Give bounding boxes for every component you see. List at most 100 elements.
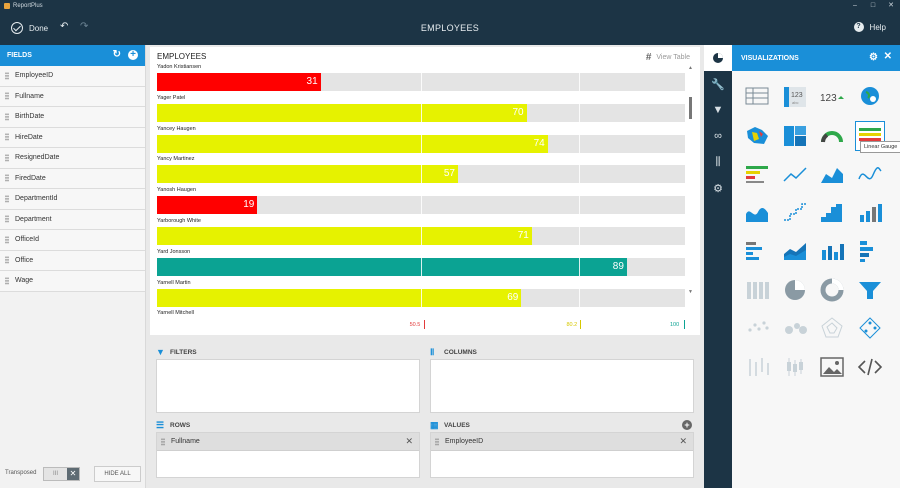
field-label: Fullname xyxy=(15,92,44,100)
close-panel-icon[interactable]: ✕ xyxy=(884,51,892,62)
candlestick-chart-icon[interactable] xyxy=(780,352,810,382)
gear-icon[interactable]: ⚙ xyxy=(869,52,878,63)
drag-handle-icon[interactable] xyxy=(5,194,9,203)
stacked-column-icon[interactable] xyxy=(817,236,847,266)
remove-icon[interactable]: ✕ xyxy=(679,436,687,447)
add-field-icon[interactable]: + xyxy=(128,50,138,60)
field-label: Office xyxy=(15,256,34,264)
field-item[interactable]: Fullname xyxy=(0,86,145,107)
spline-area-icon[interactable] xyxy=(742,198,772,228)
scroll-up-icon[interactable]: ▲ xyxy=(688,65,693,71)
doughnut-chart-icon[interactable] xyxy=(817,275,847,305)
bar-chart-icon[interactable] xyxy=(742,236,772,266)
close-window-button[interactable]: ✕ xyxy=(882,0,900,12)
area-chart-icon[interactable] xyxy=(817,159,847,189)
scatter-chart-icon[interactable] xyxy=(742,313,772,343)
drag-handle-icon[interactable] xyxy=(5,174,9,183)
done-button[interactable]: Done xyxy=(11,22,48,34)
field-item[interactable]: FiredDate xyxy=(0,168,145,189)
help-button[interactable]: ? Help xyxy=(853,22,886,32)
spline-chart-icon[interactable] xyxy=(855,159,885,189)
image-icon[interactable] xyxy=(817,352,847,382)
help-label: Help xyxy=(869,22,886,32)
visualizations-header: VISUALIZATIONS ⚙ ✕ xyxy=(732,45,900,71)
pie-chart-icon[interactable] xyxy=(780,275,810,305)
kpi-123-icon[interactable]: 123 xyxy=(817,82,847,112)
field-item[interactable]: EmployeeID xyxy=(0,66,145,87)
wrench-icon[interactable]: 🔧 xyxy=(704,71,732,97)
settings-icon[interactable]: ⚙ xyxy=(704,175,732,201)
field-item[interactable]: ResignedDate xyxy=(0,148,145,169)
refresh-icon[interactable]: ↻ xyxy=(113,50,121,60)
field-item[interactable]: Wage xyxy=(0,271,145,292)
field-item[interactable]: Office xyxy=(0,250,145,271)
drag-handle-icon[interactable] xyxy=(5,276,9,285)
filters-dropzone[interactable] xyxy=(156,359,420,413)
bullet-graph-icon[interactable] xyxy=(742,159,772,189)
field-label: Wage xyxy=(15,277,34,285)
field-item[interactable]: HireDate xyxy=(0,127,145,148)
hide-all-button[interactable]: HIDE ALL xyxy=(94,466,141,482)
grid-icon[interactable] xyxy=(742,82,772,112)
undo-icon[interactable]: ↶ xyxy=(60,21,68,32)
scroll-down-icon[interactable]: ▼ xyxy=(688,289,693,295)
drag-handle-icon[interactable] xyxy=(5,133,9,142)
maximize-button[interactable]: □ xyxy=(864,0,882,12)
values-dropzone[interactable]: EmployeeID ✕ xyxy=(430,432,694,478)
gauge-bar: 19 xyxy=(157,196,258,215)
drag-handle-icon[interactable] xyxy=(5,215,9,224)
drag-handle-icon[interactable] xyxy=(5,153,9,162)
view-table-button[interactable]: # View Table xyxy=(646,52,690,63)
drag-handle-icon[interactable] xyxy=(5,92,9,101)
stacked-area-icon[interactable] xyxy=(780,236,810,266)
text-123-icon[interactable]: 123 abc xyxy=(780,82,810,112)
redo-icon[interactable]: ↷ xyxy=(80,21,88,32)
field-item[interactable]: OfficeId xyxy=(0,230,145,251)
treemap-icon[interactable] xyxy=(780,121,810,151)
gauge-gridline xyxy=(579,227,581,245)
line-chart-icon[interactable] xyxy=(780,159,810,189)
filter-tab-icon[interactable]: ▼ xyxy=(704,97,732,123)
gauge-track: 31 xyxy=(157,73,685,91)
row-name: Yager Patel xyxy=(157,94,186,101)
add-value-icon[interactable]: + xyxy=(682,420,692,430)
drag-handle-icon[interactable] xyxy=(161,437,165,446)
field-item[interactable]: Department xyxy=(0,209,145,230)
field-item[interactable]: BirthDate xyxy=(0,107,145,128)
vertical-scrollbar[interactable]: ▲ ▼ xyxy=(688,65,694,297)
drag-handle-icon[interactable] xyxy=(5,256,9,265)
column-chart-icon[interactable] xyxy=(855,198,885,228)
step-area-icon[interactable] xyxy=(817,198,847,228)
scroll-thumb[interactable] xyxy=(689,97,692,119)
remove-icon[interactable]: ✕ xyxy=(405,436,413,447)
sliders-icon[interactable]: ⫼ xyxy=(704,149,732,175)
stacked-bar-icon[interactable] xyxy=(855,236,885,266)
values-header: ▦ VALUES + xyxy=(430,418,694,432)
radar-chart-icon[interactable] xyxy=(817,313,847,343)
bubble-chart-icon[interactable] xyxy=(780,313,810,343)
circular-gauge-icon[interactable] xyxy=(817,121,847,151)
drag-handle-icon[interactable] xyxy=(435,437,439,446)
code-icon[interactable] xyxy=(855,352,885,382)
gauge-value: 69 xyxy=(507,291,519,303)
polar-chart-icon[interactable] xyxy=(855,313,885,343)
drag-handle-icon[interactable] xyxy=(5,235,9,244)
drag-handle-icon[interactable] xyxy=(5,71,9,80)
columns-dropzone[interactable] xyxy=(430,359,694,413)
visualizations-tab-icon[interactable] xyxy=(704,45,732,71)
rows-field-pill[interactable]: Fullname ✕ xyxy=(157,433,419,451)
values-field-pill[interactable]: EmployeeID ✕ xyxy=(431,433,693,451)
gauge-value: 31 xyxy=(306,76,318,87)
transposed-toggle[interactable]: III ✕ xyxy=(43,467,80,481)
stacked-100-column-icon[interactable] xyxy=(742,275,772,305)
step-line-icon[interactable] xyxy=(780,198,810,228)
funnel-chart-icon[interactable] xyxy=(855,275,885,305)
choropleth-map-icon[interactable] xyxy=(742,121,772,151)
link-icon[interactable]: ∞ xyxy=(704,123,732,149)
rows-dropzone[interactable]: Fullname ✕ xyxy=(156,432,420,478)
field-item[interactable]: DepartmentId xyxy=(0,189,145,210)
minimize-button[interactable]: – xyxy=(846,0,864,12)
map-marker-icon[interactable] xyxy=(855,82,885,112)
drag-handle-icon[interactable] xyxy=(5,112,9,121)
ohlc-chart-icon[interactable] xyxy=(742,352,772,382)
